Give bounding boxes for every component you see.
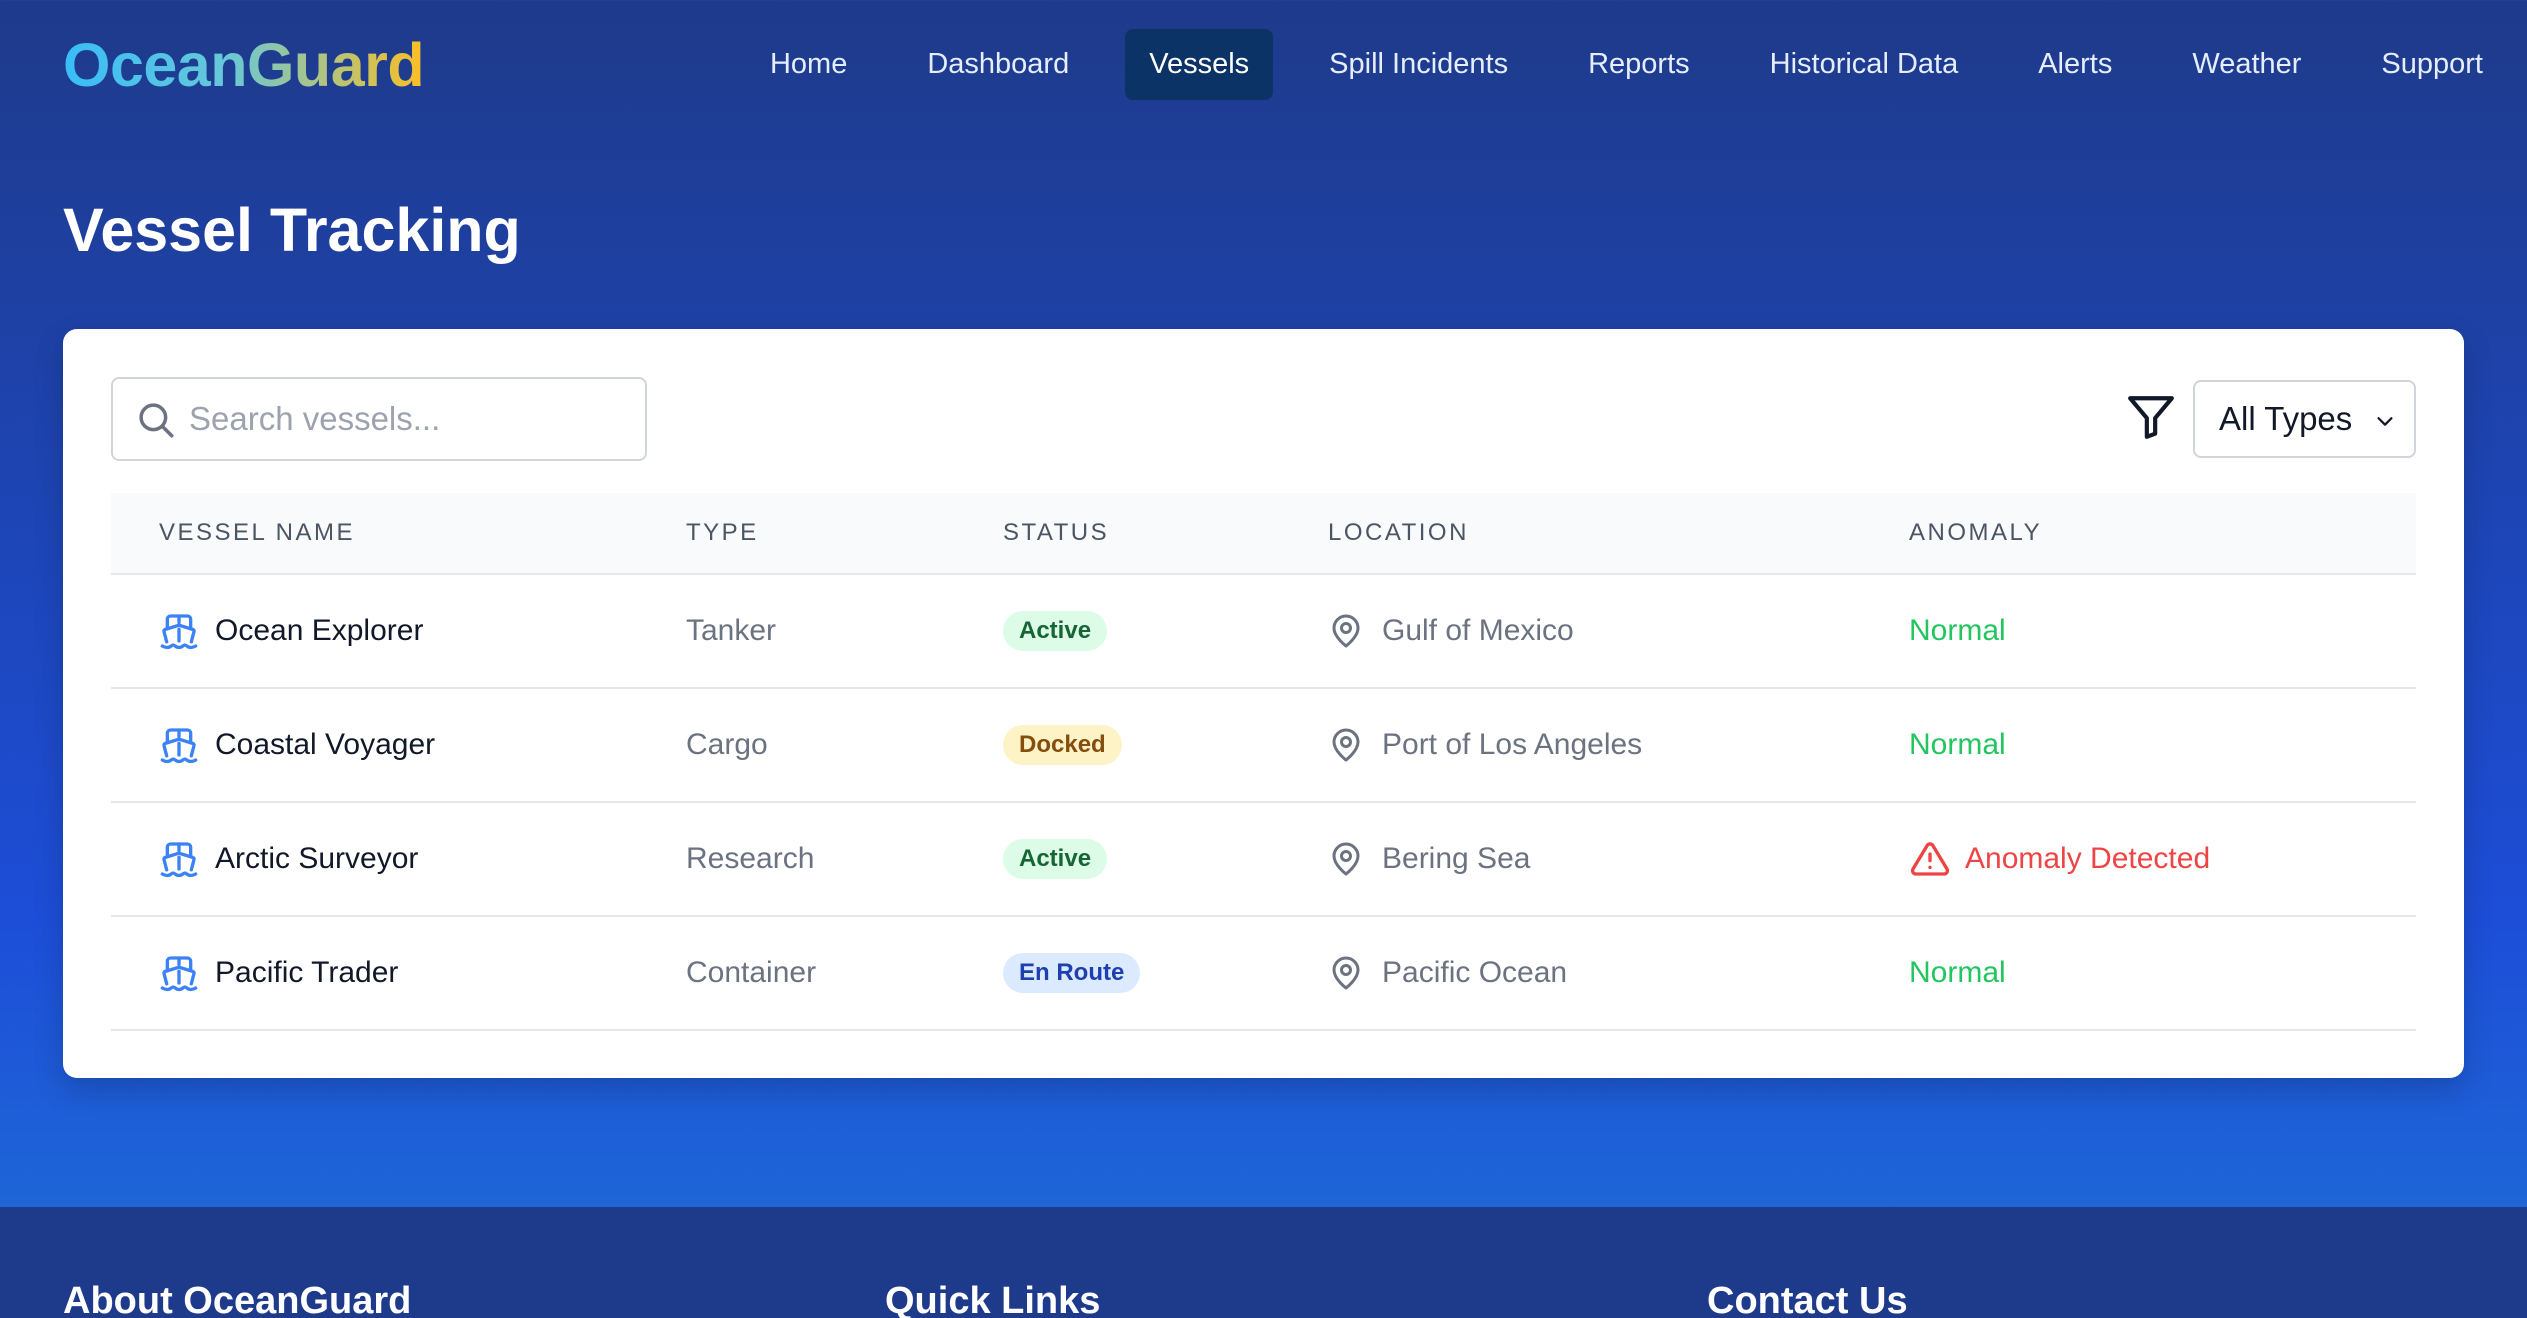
table-row[interactable]: Ocean Explorer Tanker Active Gulf of Mexico…: [111, 575, 2416, 689]
footer-contact-title: Contact Us: [1707, 1280, 1908, 1318]
filter-icon[interactable]: [2126, 391, 2176, 443]
main-menu: Home Dashboard Vessels Spill Incidents Repor…: [714, 29, 2507, 100]
nav-item-home[interactable]: Home: [746, 29, 871, 100]
vessel-location-cell: Gulf of Mexico: [1328, 575, 1574, 687]
status-badge: Active: [1003, 839, 1108, 879]
column-header-location[interactable]: Location: [1328, 519, 1469, 547]
vessel-location: Pacific Ocean: [1382, 956, 1568, 989]
search-box[interactable]: [111, 377, 647, 461]
table-row[interactable]: Coastal Voyager Cargo Docked Port of Los An…: [111, 689, 2416, 803]
location-pin-icon: [1332, 728, 1360, 762]
footer-about-title: About OceanGuard: [63, 1280, 412, 1318]
vessel-name: Ocean Explorer: [215, 614, 424, 647]
vessel-anomaly-cell: Anomaly Detected: [1909, 803, 2210, 915]
vessel-name-cell[interactable]: Pacific Trader: [159, 917, 398, 1029]
anomaly-status: Normal: [1909, 614, 2006, 647]
nav-item-reports[interactable]: Reports: [1564, 29, 1714, 100]
vessel-table: Vessel Name Type Status Location Anomaly…: [111, 493, 2416, 1031]
type-filter-value: All Types: [2219, 400, 2353, 437]
vessel-type: Research: [686, 842, 815, 875]
vessel-status-cell: Active: [1003, 575, 1108, 687]
vessel-location-cell: Pacific Ocean: [1328, 917, 1567, 1029]
vessel-name: Coastal Voyager: [215, 728, 436, 761]
status-badge: Docked: [1003, 725, 1122, 765]
vessel-anomaly-cell: Normal: [1909, 575, 2006, 687]
location-pin-icon: [1332, 842, 1360, 876]
vessel-status-cell: Active: [1003, 803, 1108, 915]
vessel-status-cell: Docked: [1003, 689, 1122, 801]
vessel-name-cell[interactable]: Ocean Explorer: [159, 575, 423, 687]
vessel-anomaly-cell: Normal: [1909, 917, 2006, 1029]
vessel-table-card: All Types Vessel Name Type Status Locati…: [63, 329, 2464, 1078]
page-title: Vessel Tracking: [63, 196, 521, 264]
vessel-name: Pacific Trader: [215, 956, 399, 989]
vessel-status-cell: En Route: [1003, 917, 1141, 1029]
vessel-location: Gulf of Mexico: [1382, 614, 1574, 647]
ship-icon: [160, 614, 198, 650]
table-header: Vessel Name Type Status Location Anomaly: [111, 493, 2416, 575]
ship-icon: [160, 728, 198, 764]
type-filter-select[interactable]: All Types: [2193, 380, 2416, 458]
nav-item-support[interactable]: Support: [2357, 29, 2507, 100]
top-navbar: OceanGuard Home Dashboard Vessels Spill Inc…: [0, 0, 2527, 131]
chevron-down-icon: [2377, 417, 2393, 426]
nav-item-spill-incidents[interactable]: Spill Incidents: [1305, 29, 1532, 100]
search-input[interactable]: [189, 400, 645, 438]
anomaly-status: Normal: [1909, 956, 2006, 989]
vessel-anomaly-cell: Normal: [1909, 689, 2006, 801]
status-badge: En Route: [1003, 953, 1141, 993]
warning-triangle-icon: [1910, 842, 1950, 876]
vessel-type-cell: Container: [686, 917, 816, 1029]
ship-icon: [160, 842, 198, 878]
vessel-location: Port of Los Angeles: [1382, 728, 1643, 761]
table-row[interactable]: Pacific Trader Container En Route Pacific O…: [111, 917, 2416, 1031]
vessel-name-cell[interactable]: Coastal Voyager: [159, 689, 435, 801]
status-badge: Active: [1003, 611, 1108, 651]
nav-item-vessels[interactable]: Vessels: [1125, 29, 1274, 100]
location-pin-icon: [1332, 614, 1360, 648]
search-icon: [139, 403, 174, 438]
vessel-name: Arctic Surveyor: [215, 842, 419, 875]
vessel-location-cell: Bering Sea: [1328, 803, 1530, 915]
vessel-type-cell: Tanker: [686, 575, 776, 687]
nav-item-historical-data[interactable]: Historical Data: [1746, 29, 1983, 100]
column-header-anomaly[interactable]: Anomaly: [1909, 519, 2042, 547]
vessel-type: Tanker: [686, 614, 777, 647]
column-header-type[interactable]: Type: [686, 519, 759, 547]
column-header-status[interactable]: Status: [1003, 519, 1109, 547]
column-header-vessel-name[interactable]: Vessel Name: [159, 519, 355, 547]
vessel-location: Bering Sea: [1382, 842, 1531, 875]
table-body: Ocean Explorer Tanker Active Gulf of Mexico…: [111, 575, 2416, 1031]
anomaly-status: Anomaly Detected: [1965, 842, 2211, 875]
nav-item-dashboard[interactable]: Dashboard: [903, 29, 1093, 100]
vessel-type: Container: [686, 956, 817, 989]
ship-icon: [160, 956, 198, 992]
app-logo[interactable]: OceanGuard: [63, 27, 425, 103]
footer: About OceanGuard Quick Links Contact Us: [0, 1207, 2527, 1318]
anomaly-status: Normal: [1909, 728, 2006, 761]
nav-item-weather[interactable]: Weather: [2168, 29, 2325, 100]
vessel-type-cell: Cargo: [686, 689, 768, 801]
location-pin-icon: [1332, 956, 1360, 990]
footer-quick-links-title: Quick Links: [885, 1280, 1101, 1318]
vessel-type: Cargo: [686, 728, 768, 761]
nav-item-alerts[interactable]: Alerts: [2014, 29, 2136, 100]
vessel-type-cell: Research: [686, 803, 814, 915]
table-row[interactable]: Arctic Surveyor Research Active Bering Sea A…: [111, 803, 2416, 917]
vessel-name-cell[interactable]: Arctic Surveyor: [159, 803, 418, 915]
vessel-location-cell: Port of Los Angeles: [1328, 689, 1642, 801]
